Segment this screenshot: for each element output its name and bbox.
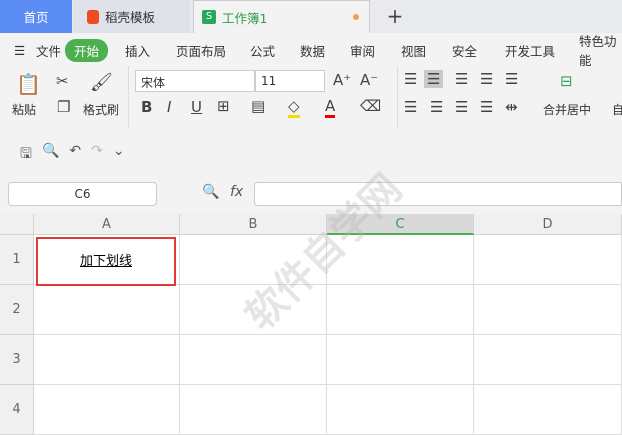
copy-icon[interactable]: ❐ — [57, 98, 70, 116]
font-color-icon[interactable]: A — [325, 97, 336, 118]
menu-features[interactable]: 特色功能 — [579, 31, 622, 69]
tab-label: 工作簿1 — [222, 10, 268, 26]
redo-icon[interactable]: ↷ — [91, 143, 103, 167]
cell[interactable] — [180, 285, 327, 335]
tab-workbook[interactable]: S 工作簿1 — [193, 0, 370, 33]
align-bottom-icon[interactable]: ☰ — [455, 70, 468, 88]
menu-insert[interactable]: 插入 — [125, 41, 150, 60]
column-header-c[interactable]: C — [327, 214, 474, 235]
new-tab-button[interactable]: + — [380, 4, 410, 28]
menu-start[interactable]: 开始 — [65, 38, 109, 62]
cell[interactable] — [474, 335, 622, 385]
column-header-a[interactable]: A — [34, 214, 180, 235]
row-header-1[interactable]: 1 — [0, 235, 34, 285]
sheet-grid: A B C D 1 2 3 4 加下划线 — [0, 214, 622, 435]
format-painter-button[interactable]: 格式刷 — [83, 101, 119, 118]
cell-a1[interactable]: 加下划线 — [36, 237, 176, 286]
cell[interactable] — [180, 385, 327, 435]
menu-review[interactable]: 审阅 — [350, 41, 375, 60]
row-header-4[interactable]: 4 — [0, 385, 34, 435]
daoke-icon — [87, 9, 99, 24]
format-painter-icon[interactable]: 🖌 — [90, 72, 113, 93]
cell[interactable] — [474, 235, 622, 285]
cell[interactable] — [34, 385, 180, 435]
align-center-icon[interactable]: ☰ — [430, 98, 443, 116]
bold-icon[interactable]: B — [141, 98, 152, 116]
clear-icon[interactable]: ⌫ — [360, 97, 381, 115]
align-left-icon[interactable]: ☰ — [404, 98, 417, 116]
divider — [128, 66, 129, 128]
align-top-icon[interactable]: ☰ — [404, 70, 417, 88]
align-right-icon[interactable]: ☰ — [455, 98, 468, 116]
tab-daoke[interactable]: 稻壳模板 — [73, 0, 190, 33]
tab-home[interactable]: 首页 — [0, 0, 72, 33]
indent-increase-icon[interactable]: ☰ — [505, 70, 518, 88]
tab-label: 稻壳模板 — [105, 10, 156, 25]
underline-icon[interactable]: U — [191, 98, 202, 116]
cell[interactable] — [327, 285, 474, 335]
quick-access-toolbar: 🖫 🔍 ↶ ↷ ⌄ — [20, 143, 125, 167]
unsaved-dot-icon — [353, 14, 359, 20]
increase-font-icon[interactable]: A⁺ — [333, 71, 351, 89]
select-all-corner[interactable] — [0, 214, 34, 235]
menu-page-layout[interactable]: 页面布局 — [176, 41, 226, 60]
undo-icon[interactable]: ↶ — [69, 143, 81, 167]
indent-decrease-icon[interactable]: ☰ — [480, 70, 493, 88]
save-icon[interactable]: 🖫 — [20, 143, 32, 167]
merge-icon[interactable]: ⊟ — [560, 72, 573, 90]
fill-color-icon[interactable]: ◇ — [288, 97, 300, 118]
font-select[interactable]: 宋体 — [135, 70, 255, 92]
paste-button[interactable]: 粘贴 — [12, 101, 36, 118]
tab-bar: 首页 稻壳模板 S 工作簿1 + — [0, 0, 622, 33]
font-size-select[interactable]: 11 — [255, 70, 325, 92]
cut-icon[interactable]: ✂ — [56, 72, 69, 90]
menu-security[interactable]: 安全 — [452, 41, 477, 60]
cell-style-icon[interactable]: ▤ — [251, 97, 265, 115]
column-header-b[interactable]: B — [180, 214, 327, 235]
hamburger-icon[interactable]: ☰ — [14, 43, 25, 58]
customize-chevron-icon[interactable]: ⌄ — [113, 143, 125, 167]
spreadsheet-icon: S — [202, 10, 216, 24]
cell[interactable] — [180, 335, 327, 385]
row-header-2[interactable]: 2 — [0, 285, 34, 335]
cell[interactable] — [327, 235, 474, 285]
menu-formula[interactable]: 公式 — [250, 41, 275, 60]
column-header-d[interactable]: D — [474, 214, 622, 235]
menu-developer[interactable]: 开发工具 — [505, 41, 555, 60]
name-box[interactable]: C6 — [8, 182, 157, 206]
zoom-formula-icon[interactable]: 🔍 — [202, 184, 219, 200]
cell[interactable] — [180, 235, 327, 285]
formula-input[interactable] — [254, 182, 622, 206]
merge-center-button[interactable]: 合并居中 — [543, 101, 591, 118]
decrease-font-icon[interactable]: A⁻ — [360, 71, 378, 89]
cell[interactable] — [327, 335, 474, 385]
justify-icon[interactable]: ☰ — [480, 98, 493, 116]
cell[interactable] — [474, 285, 622, 335]
menu-view[interactable]: 视图 — [401, 41, 426, 60]
menu-file[interactable]: 文件 — [36, 41, 61, 60]
cell[interactable] — [474, 385, 622, 435]
auto-wrap-button[interactable]: 自 — [612, 101, 622, 118]
row-header-3[interactable]: 3 — [0, 335, 34, 385]
cell[interactable] — [34, 335, 180, 385]
menu-bar: ☰ 文件 开始 插入 页面布局 公式 数据 审阅 视图 安全 开发工具 特色功能 — [0, 34, 622, 68]
cell[interactable] — [34, 285, 180, 335]
border-icon[interactable]: ⊞ — [217, 97, 230, 115]
paste-icon[interactable]: 📋 — [16, 72, 41, 96]
tab-label: 首页 — [23, 10, 49, 25]
cell[interactable] — [327, 385, 474, 435]
italic-icon[interactable]: I — [167, 98, 171, 116]
align-middle-icon[interactable]: ☰ — [424, 70, 444, 88]
distribute-icon[interactable]: ⇹ — [505, 98, 518, 116]
ribbon: 📋 粘贴 ✂ ❐ 🖌 格式刷 宋体 11 A⁺ A⁻ B I U ⊞ ▤ ◇ A… — [0, 66, 622, 130]
divider — [397, 66, 398, 128]
fx-icon[interactable]: fx — [230, 184, 243, 200]
print-preview-icon[interactable]: 🔍 — [42, 143, 59, 167]
menu-data[interactable]: 数据 — [300, 41, 325, 60]
